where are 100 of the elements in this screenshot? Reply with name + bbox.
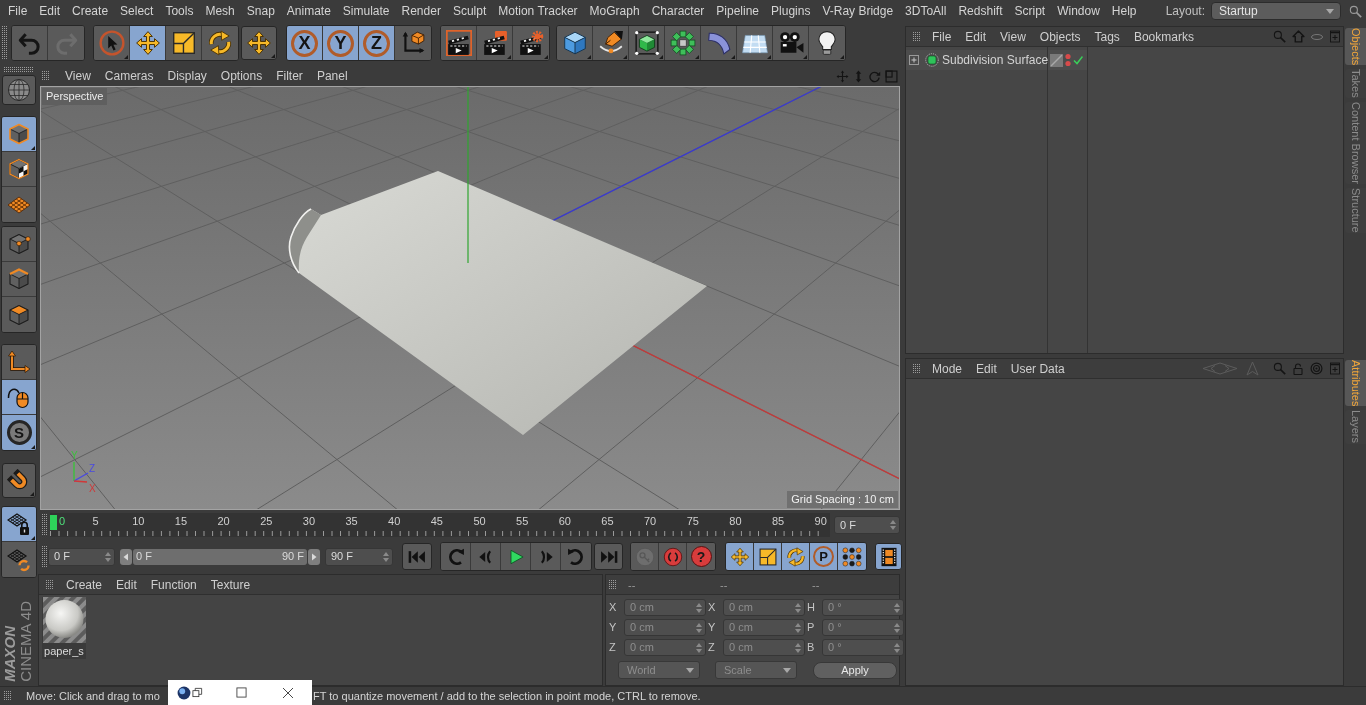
menu-item[interactable]: 3DToAll: [905, 5, 947, 17]
menu-item[interactable]: Edit: [116, 578, 137, 591]
axis-lock-button[interactable]: Y: [323, 26, 359, 60]
menu-item[interactable]: Window: [1057, 5, 1100, 17]
previous-key-button[interactable]: [441, 543, 471, 570]
cube-face-icon: [7, 302, 31, 327]
menu-item[interactable]: Display: [167, 70, 207, 82]
material-swatch[interactable]: paper_s: [42, 597, 86, 659]
menu-item[interactable]: Panel: [316, 70, 348, 82]
menu-item[interactable]: Edit: [976, 362, 997, 375]
grip-icon[interactable]: [4, 67, 34, 72]
slashed-square-icon[interactable]: [1050, 53, 1063, 67]
menu-item[interactable]: Redshift: [958, 5, 1003, 17]
menu-item[interactable]: File: [932, 30, 952, 43]
spinner-icon[interactable]: [105, 551, 111, 562]
menu-item[interactable]: Script: [1014, 5, 1046, 17]
grip-icon[interactable]: [2, 26, 7, 60]
menu-item[interactable]: Objects: [1039, 30, 1081, 43]
menu-item[interactable]: Create: [72, 5, 109, 17]
menu-item[interactable]: User Data: [1010, 362, 1065, 375]
checkmark-icon[interactable]: [1073, 55, 1083, 65]
spinner-icon[interactable]: [383, 551, 389, 562]
menu-item[interactable]: Tags: [1094, 30, 1120, 43]
menu-item[interactable]: View: [1000, 30, 1026, 43]
tweak-mode-button[interactable]: [2, 380, 36, 415]
frame-range-slider[interactable]: 0 F 90 F: [133, 548, 307, 565]
object-row[interactable]: Subdivision Surface: [906, 50, 1047, 70]
menu-item[interactable]: Sculpt: [452, 5, 487, 17]
scale-key-button[interactable]: [754, 543, 782, 570]
menu-item[interactable]: Edit: [965, 30, 987, 43]
menu-item[interactable]: MoGraph: [589, 5, 640, 17]
points-mode-button[interactable]: [2, 227, 36, 262]
spinner-icon[interactable]: [890, 520, 896, 530]
menu-item[interactable]: Render: [401, 5, 441, 17]
menu-item[interactable]: Create: [66, 578, 103, 591]
grip-icon[interactable]: [609, 579, 617, 590]
menu-item[interactable]: Motion Tracker: [498, 5, 578, 17]
search-icon[interactable]: [1349, 4, 1362, 18]
menu-item[interactable]: Texture: [210, 578, 251, 591]
solo-button[interactable]: S: [2, 415, 36, 450]
close-icon[interactable]: [282, 686, 294, 699]
maximize-icon[interactable]: [236, 687, 247, 698]
point-level-key-button[interactable]: [838, 543, 866, 570]
go-to-end-button[interactable]: [594, 543, 623, 570]
side-tab[interactable]: Objects: [1345, 28, 1366, 66]
axis-lock-button[interactable]: Z: [359, 26, 395, 60]
playhead-marker[interactable]: [50, 515, 57, 530]
snap-button[interactable]: [2, 463, 36, 498]
timeline-ruler[interactable]: 0 5 10 15 20 25 30 35 40 45 50 55 60 65 70 75 80 85 90: [50, 513, 830, 537]
axis-lock-button[interactable]: X: [287, 26, 323, 60]
menu-item[interactable]: Filter: [276, 70, 303, 82]
restore-icon[interactable]: [192, 687, 203, 698]
menu-item[interactable]: Mode: [932, 362, 963, 375]
model-mode-button[interactable]: [2, 117, 36, 152]
layout-dropdown[interactable]: Startup: [1211, 2, 1341, 20]
menu-item[interactable]: Select: [120, 5, 154, 17]
menu-item[interactable]: Animate: [286, 5, 331, 17]
rotation-key-button[interactable]: [782, 543, 810, 570]
menu-item[interactable]: Plugins: [771, 5, 811, 17]
expand-icon[interactable]: [909, 55, 919, 65]
menu-item[interactable]: Bookmarks: [1133, 30, 1194, 43]
menu-item[interactable]: Edit: [39, 5, 61, 17]
menu-item[interactable]: Function: [150, 578, 197, 591]
menu-item[interactable]: Tools: [165, 5, 194, 17]
position-key-button[interactable]: [726, 543, 754, 570]
current-frame-field[interactable]: 0 F: [834, 516, 900, 534]
grip-icon[interactable]: [42, 71, 50, 81]
go-to-start-button[interactable]: [402, 543, 432, 570]
parameter-key-button[interactable]: P: [810, 543, 838, 570]
make-editable-button[interactable]: [2, 75, 36, 105]
menu-item[interactable]: Simulate: [342, 5, 390, 17]
workplane-lock-button[interactable]: [2, 507, 36, 542]
menu-item[interactable]: Options: [220, 70, 263, 82]
stacked-dots-icon[interactable]: [1065, 53, 1071, 67]
menu-item[interactable]: Character: [651, 5, 705, 17]
undo-button[interactable]: [12, 26, 48, 60]
move-tool-button[interactable]: [130, 26, 166, 60]
menu-item[interactable]: File: [8, 5, 28, 17]
render-view-button[interactable]: [441, 26, 477, 60]
menu-item[interactable]: Cameras: [104, 70, 154, 82]
menu-item[interactable]: Help: [1111, 5, 1137, 17]
side-tab[interactable]: Attributes: [1345, 360, 1366, 407]
grip-icon[interactable]: [4, 691, 12, 701]
axis-mode-button[interactable]: [2, 345, 36, 380]
menu-item[interactable]: View: [65, 70, 91, 82]
menu-item[interactable]: Pipeline: [716, 5, 760, 17]
menu-item[interactable]: Snap: [246, 5, 275, 17]
end-frame-field[interactable]: 90 F: [325, 547, 393, 566]
menu-item[interactable]: Mesh: [205, 5, 235, 17]
live-selection-button[interactable]: [94, 26, 130, 60]
cube-button[interactable]: [557, 26, 593, 60]
recent-tool-button[interactable]: [241, 26, 277, 60]
grip-icon[interactable]: [42, 545, 48, 568]
grip-icon[interactable]: [42, 514, 48, 536]
menu-item[interactable]: V-Ray Bridge: [822, 5, 894, 17]
ellipse-icon[interactable]: [1311, 33, 1323, 40]
viewport[interactable]: Perspective Grid Spacing : 10 cm Y Z X: [40, 86, 900, 510]
timeline-button[interactable]: [875, 543, 902, 570]
start-frame-field[interactable]: 0 F: [48, 547, 115, 566]
frame-label: 20: [217, 516, 230, 527]
